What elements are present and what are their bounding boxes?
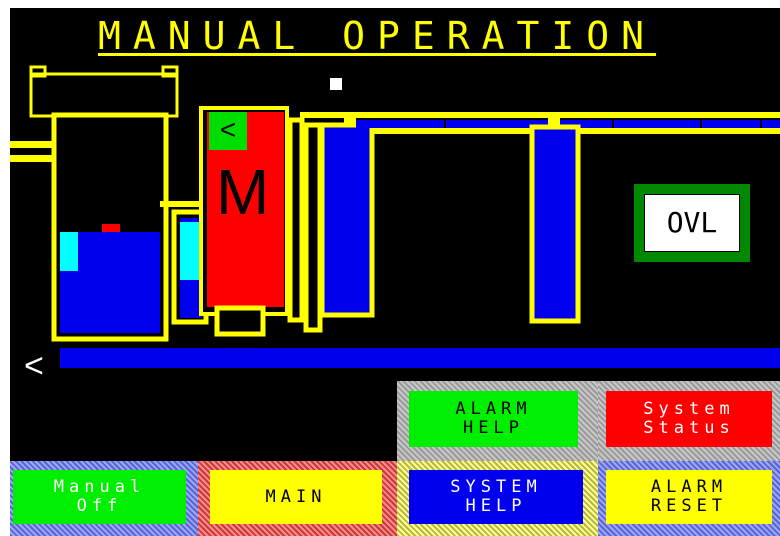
alarm-reset-label-2: RESET xyxy=(650,496,728,516)
system-help-label-1: SYSTEM xyxy=(450,477,542,497)
main-button[interactable]: MAIN xyxy=(198,461,397,536)
hmi-screen: MANUAL OPERATION < M OVL < ALARM HELP Sy… xyxy=(0,0,780,536)
tank-lid xyxy=(29,65,179,118)
system-status-label-1: System xyxy=(643,399,735,419)
system-help-label-2: HELP xyxy=(465,496,527,516)
alarm-help-button[interactable]: ALARM HELP xyxy=(397,381,598,461)
pump-pipe xyxy=(287,117,375,333)
alarm-help-label-1: ALARM xyxy=(455,399,532,419)
manual-off-button[interactable]: Manual Off xyxy=(10,461,198,536)
manual-off-face: Manual Off xyxy=(13,470,186,524)
overload-label: OVL xyxy=(644,194,740,252)
conveyor-belt xyxy=(60,348,780,368)
conveyor-direction-icon: < xyxy=(24,347,44,385)
alarm-reset-button[interactable]: ALARM RESET xyxy=(598,461,780,536)
manual-off-label-2: Off xyxy=(76,496,123,516)
main-face: MAIN xyxy=(210,470,382,524)
system-status-face: System Status xyxy=(606,391,772,447)
alarm-reset-label-1: ALARM xyxy=(650,477,728,497)
alarm-reset-face: ALARM RESET xyxy=(606,470,772,524)
motor-direction-button[interactable]: < xyxy=(209,112,247,150)
main-label: MAIN xyxy=(265,486,327,507)
mixing-tank xyxy=(51,112,169,342)
inlet-pipe xyxy=(10,141,58,162)
system-help-button[interactable]: SYSTEM HELP xyxy=(397,461,598,536)
system-status-button[interactable]: System Status xyxy=(598,381,780,461)
overload-indicator: OVL xyxy=(634,184,750,262)
system-help-face: SYSTEM HELP xyxy=(409,470,583,524)
alarm-help-face: ALARM HELP xyxy=(409,391,578,447)
return-leg xyxy=(529,124,581,324)
status-indicator xyxy=(330,78,342,90)
motor-label: M xyxy=(216,156,270,228)
alarm-help-label-2: HELP xyxy=(463,418,524,438)
system-status-label-2: Status xyxy=(643,418,735,438)
manual-off-label-1: Manual xyxy=(53,477,146,497)
